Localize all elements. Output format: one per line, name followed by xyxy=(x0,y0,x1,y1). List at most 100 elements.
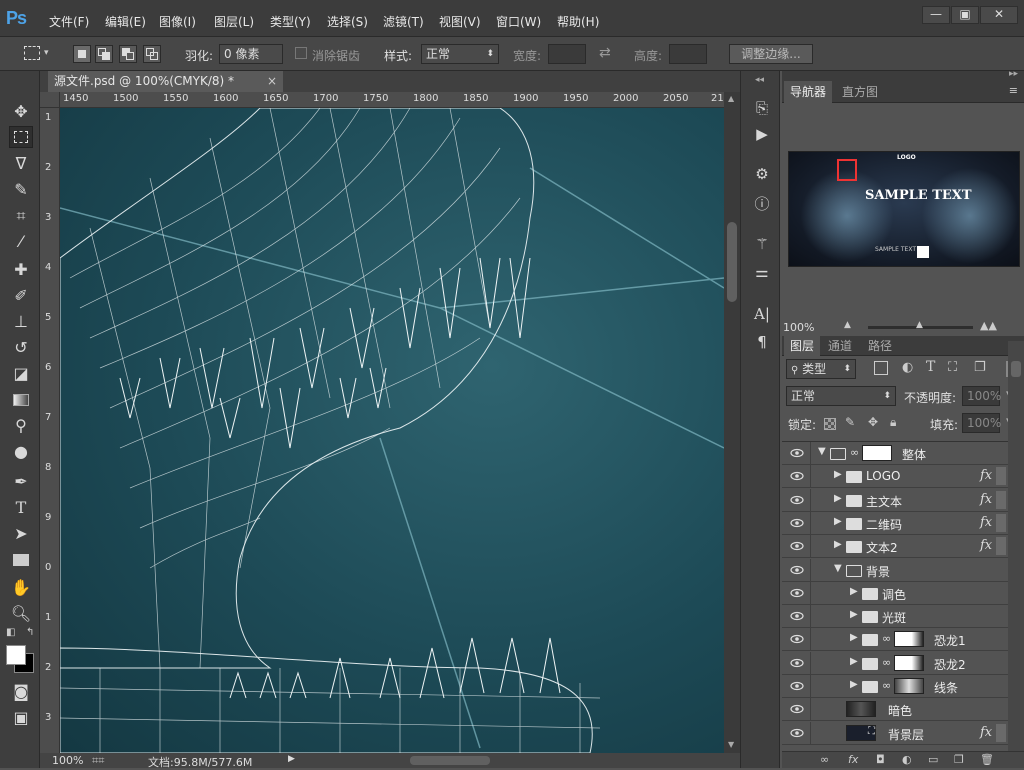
marquee-tool-preset-icon[interactable] xyxy=(24,46,40,60)
fill-input[interactable]: 100% xyxy=(962,413,1001,433)
default-colors-icon[interactable]: ◧ xyxy=(6,627,15,638)
layer-mask-thumbnail[interactable] xyxy=(894,654,924,671)
navigator-preview[interactable]: LOGO SAMPLE TEXT SAMPLE TEXT xyxy=(788,151,1020,267)
visibility-eye-icon[interactable] xyxy=(790,702,804,716)
expand-arrow-icon[interactable]: ▶ xyxy=(834,516,842,527)
visibility-eye-icon[interactable] xyxy=(790,539,804,553)
layer-row[interactable]: ▶ 二维码 fx xyxy=(782,511,1008,535)
collapse-arrow-icon[interactable]: ▼ xyxy=(834,563,842,574)
marquee-tool-icon[interactable] xyxy=(9,126,33,148)
tab-histogram[interactable]: 直方图 xyxy=(836,81,884,103)
gradient-tool-icon[interactable] xyxy=(9,389,33,411)
new-adjustment-layer-icon[interactable]: ◐ xyxy=(902,753,912,766)
layer-row[interactable]: ⛶ 背景层 fx xyxy=(782,721,1008,745)
type-tool-icon[interactable]: T xyxy=(9,497,33,519)
visibility-eye-icon[interactable] xyxy=(790,516,804,530)
screen-mode-icon[interactable]: ▣ xyxy=(9,707,33,729)
menu-type[interactable]: 类型(Y) xyxy=(270,13,311,30)
new-layer-icon[interactable]: ❐ xyxy=(954,753,964,766)
layer-row[interactable]: ▶ 文本2 fx xyxy=(782,535,1008,559)
layer-effects-icon[interactable]: fx xyxy=(980,468,992,483)
menu-image[interactable]: 图像(I) xyxy=(159,13,196,30)
antialias-checkbox[interactable] xyxy=(295,47,307,59)
layer-mask-thumbnail[interactable] xyxy=(894,678,924,694)
menu-filter[interactable]: 滤镜(T) xyxy=(383,13,424,30)
visibility-eye-icon[interactable] xyxy=(790,609,804,623)
navigator-view-box[interactable] xyxy=(837,159,857,181)
width-input[interactable] xyxy=(548,44,586,64)
pen-tool-icon[interactable]: ✒ xyxy=(9,471,33,493)
document-tab[interactable]: 源文件.psd @ 100%(CMYK/8) * × xyxy=(48,71,283,92)
brush-presets-icon[interactable]: ⚚ xyxy=(750,233,774,255)
menu-view[interactable]: 视图(V) xyxy=(439,13,481,30)
visibility-eye-icon[interactable] xyxy=(790,586,804,600)
eraser-tool-icon[interactable]: ◪ xyxy=(9,363,33,385)
menu-file[interactable]: 文件(F) xyxy=(49,13,89,30)
expand-arrow-icon[interactable]: ▶ xyxy=(850,632,858,643)
path-selection-tool-icon[interactable]: ➤ xyxy=(9,523,33,545)
effects-expand-icon[interactable] xyxy=(996,537,1006,556)
layer-effects-icon[interactable]: fx xyxy=(980,725,992,740)
filter-shape-icon[interactable]: ⛶ xyxy=(948,360,957,375)
close-button[interactable]: ✕ xyxy=(980,6,1018,24)
layers-scrollbar[interactable] xyxy=(1008,341,1024,751)
horizontal-ruler[interactable]: 1450 1500 1550 1600 1650 1700 1750 1800 … xyxy=(60,92,724,108)
eyedropper-tool-icon[interactable]: ⁄ xyxy=(9,231,33,253)
effects-expand-icon[interactable] xyxy=(996,467,1006,486)
mask-link-icon[interactable]: ∞ xyxy=(882,632,891,645)
visibility-eye-icon[interactable] xyxy=(790,469,804,483)
layer-mask-thumbnail[interactable] xyxy=(894,631,924,648)
adjustments-icon[interactable]: ⚌ xyxy=(750,261,774,283)
mask-link-icon[interactable]: ∞ xyxy=(882,679,891,692)
visibility-eye-icon[interactable] xyxy=(790,679,804,693)
layers-scroll-thumb[interactable] xyxy=(1011,361,1021,377)
menu-edit[interactable]: 编辑(E) xyxy=(105,13,146,30)
layer-row[interactable]: ▶ ∞ 恐龙2 xyxy=(782,651,1008,675)
ruler-origin[interactable] xyxy=(40,92,60,108)
zoom-tool-icon[interactable]: 🔍︎ xyxy=(9,603,33,625)
maximize-button[interactable]: ▣ xyxy=(951,6,979,24)
clone-stamp-tool-icon[interactable]: ⊥ xyxy=(9,311,33,333)
refine-edge-button[interactable]: 调整边缘... xyxy=(729,44,813,64)
navigator-zoom-value[interactable]: 100% xyxy=(783,321,814,334)
lasso-tool-icon[interactable]: ᐁ xyxy=(9,153,33,175)
new-selection-button[interactable] xyxy=(73,45,91,63)
proof-icon[interactable]: ⌗⌗ xyxy=(92,754,104,768)
preset-dropdown-icon[interactable]: ▾ xyxy=(44,48,49,58)
feather-input[interactable]: 0 像素 xyxy=(219,44,283,64)
visibility-eye-icon[interactable] xyxy=(790,446,804,460)
zoom-out-icon[interactable]: ▲ xyxy=(844,320,851,330)
hand-tool-icon[interactable]: ✋ xyxy=(9,577,33,599)
visibility-eye-icon[interactable] xyxy=(790,493,804,507)
layer-row[interactable]: ▼ 背景 xyxy=(782,558,1008,582)
tab-navigator[interactable]: 导航器 xyxy=(784,81,833,103)
zoom-slider-handle[interactable]: ▲ xyxy=(916,320,923,330)
lock-pixels-icon[interactable]: ✎ xyxy=(845,415,855,429)
style-select[interactable]: 正常 ⬍ xyxy=(421,44,499,64)
expand-arrow-icon[interactable]: ▶ xyxy=(850,586,858,597)
move-tool-icon[interactable]: ✥ xyxy=(9,101,33,123)
color-panel-icon[interactable]: ⚙ xyxy=(750,163,774,185)
layer-row[interactable]: ▶ ∞ 恐龙1 xyxy=(782,628,1008,652)
add-selection-button[interactable] xyxy=(95,45,113,63)
layer-mask-thumbnail[interactable] xyxy=(862,445,892,461)
mask-link-icon[interactable]: ∞ xyxy=(850,446,859,459)
visibility-eye-icon[interactable] xyxy=(790,726,804,740)
scroll-up-icon[interactable]: ▲ xyxy=(728,94,734,103)
layer-effects-icon[interactable]: fx xyxy=(980,492,992,507)
expand-arrow-icon[interactable]: ▶ xyxy=(834,493,842,504)
layer-effects-icon[interactable]: fx xyxy=(980,515,992,530)
intersect-selection-button[interactable] xyxy=(143,45,161,63)
character-panel-icon[interactable]: A| xyxy=(750,303,774,325)
horizontal-scroll-thumb[interactable] xyxy=(410,756,490,765)
foreground-color-swatch[interactable] xyxy=(6,645,26,665)
status-menu-arrow-icon[interactable]: ▶ xyxy=(288,754,295,764)
effects-expand-icon[interactable] xyxy=(996,490,1006,509)
menu-select[interactable]: 选择(S) xyxy=(327,13,368,30)
effects-expand-icon[interactable] xyxy=(996,513,1006,532)
add-mask-icon[interactable]: ◘ xyxy=(876,753,885,766)
tab-channels[interactable]: 通道 xyxy=(822,336,858,356)
collapse-arrow-icon[interactable]: ▼ xyxy=(818,446,826,457)
opacity-input[interactable]: 100% xyxy=(962,386,1001,406)
new-group-icon[interactable]: ▭ xyxy=(928,753,938,766)
